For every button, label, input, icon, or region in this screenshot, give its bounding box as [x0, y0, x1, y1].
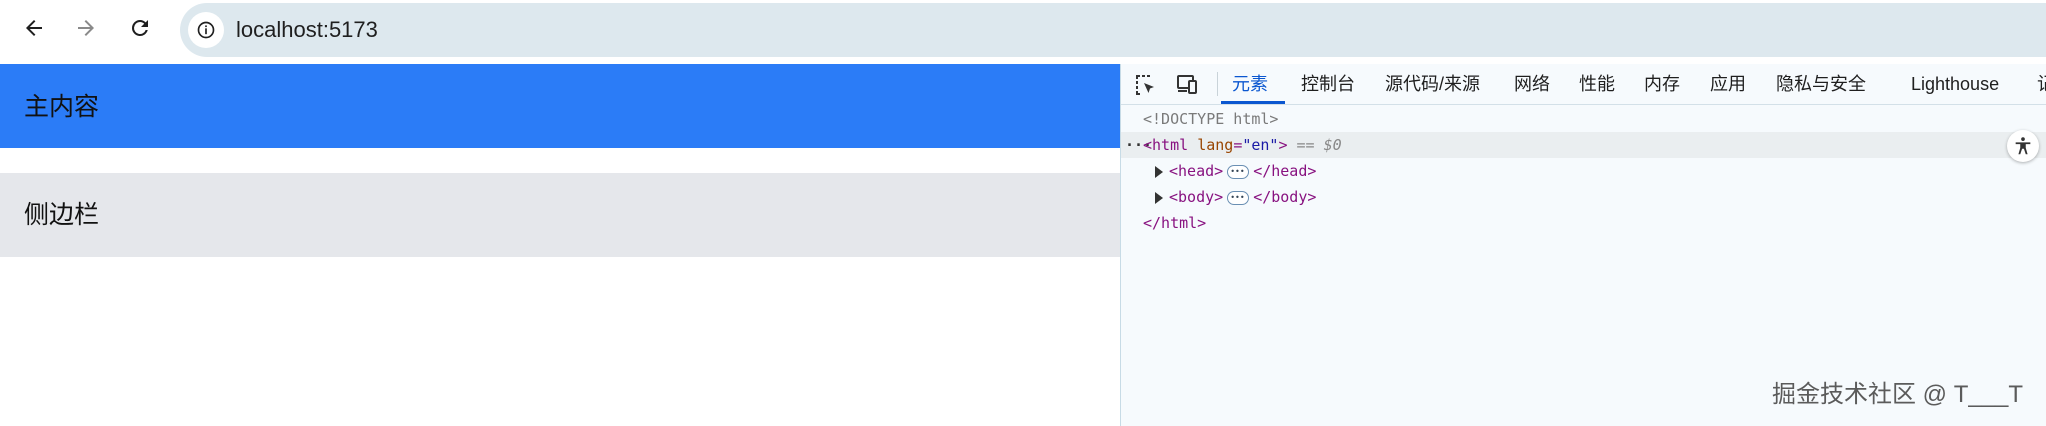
main-content-block: 主内容	[0, 64, 1120, 148]
back-button[interactable]	[14, 8, 54, 48]
html-close-tag: </html>	[1143, 214, 1207, 232]
tab-memory[interactable]: 内存	[1644, 73, 1680, 95]
active-tab-indicator	[1221, 101, 1285, 104]
reload-icon	[132, 19, 148, 36]
tab-console[interactable]: 控制台	[1301, 73, 1355, 95]
head-close-tag: </head>	[1253, 162, 1317, 180]
expand-triangle-icon[interactable]	[1155, 191, 1163, 204]
device-toolbar-icon[interactable]	[1175, 72, 1199, 96]
expand-triangle-icon[interactable]	[1155, 165, 1163, 178]
html-node-row[interactable]: ··· <html lang="en"> == $0	[1121, 132, 2046, 158]
forward-arrow-icon	[78, 20, 94, 36]
head-node-row[interactable]: <head> </head>	[1155, 158, 1317, 185]
collapsed-ellipsis-icon[interactable]	[1227, 185, 1250, 211]
html-lang-attr: lang	[1197, 136, 1234, 154]
devtools-tab-bar: 元素 控制台 源代码/来源 网络 性能 内存 应用 隐私与安全 Lighthou…	[1121, 64, 2046, 105]
html-lang-value: "en"	[1242, 136, 1279, 154]
tab-elements[interactable]: 元素	[1232, 73, 1268, 95]
doctype-node[interactable]: <!DOCTYPE html>	[1143, 106, 1278, 132]
info-icon	[197, 21, 215, 39]
devtools-panel: 元素 控制台 源代码/来源 网络 性能 内存 应用 隐私与安全 Lighthou…	[1120, 64, 2046, 426]
head-open-tag: <head>	[1169, 162, 1224, 180]
html-open-tag: <html	[1143, 136, 1189, 154]
toolbar-divider	[1217, 72, 1218, 96]
main-content-label: 主内容	[24, 93, 100, 121]
browser-toolbar: localhost:5173	[0, 0, 2046, 64]
body-close-tag: </body>	[1253, 188, 1317, 206]
site-info-button[interactable]	[188, 12, 224, 48]
collapsed-ellipsis-icon[interactable]	[1227, 159, 1250, 185]
html-open-tag-end: >	[1278, 136, 1288, 154]
accessibility-tree-button[interactable]	[2007, 130, 2039, 162]
tab-sources[interactable]: 源代码/来源	[1385, 73, 1480, 95]
address-bar[interactable]: localhost:5173	[180, 3, 2046, 57]
tab-network[interactable]: 网络	[1514, 73, 1550, 95]
back-arrow-icon	[26, 20, 42, 36]
tab-privacy-security[interactable]: 隐私与安全	[1776, 73, 1866, 95]
forward-button[interactable]	[66, 8, 106, 48]
body-open-tag: <body>	[1169, 188, 1224, 206]
page-viewport: 主内容 侧边栏	[0, 64, 1120, 426]
url-text[interactable]: localhost:5173	[236, 17, 378, 43]
selected-node-marker: == $0	[1296, 136, 1342, 154]
tab-performance[interactable]: 性能	[1579, 73, 1615, 95]
sidebar-label: 侧边栏	[24, 201, 100, 229]
reload-button[interactable]	[120, 8, 160, 48]
tab-application[interactable]: 应用	[1710, 73, 1746, 95]
body-node-row[interactable]: <body> </body>	[1155, 184, 1317, 211]
tab-lighthouse[interactable]: Lighthouse	[1911, 73, 1999, 95]
sidebar-block: 侧边栏	[0, 173, 1120, 257]
inspect-element-icon[interactable]	[1133, 72, 1157, 96]
tab-recorder[interactable]: 记	[2037, 73, 2046, 95]
watermark-text: 掘金技术社区 @ T___T	[1772, 381, 2024, 408]
accessibility-icon	[2015, 137, 2031, 155]
dom-tree: <!DOCTYPE html> ··· <html lang="en"> == …	[1121, 106, 2046, 426]
